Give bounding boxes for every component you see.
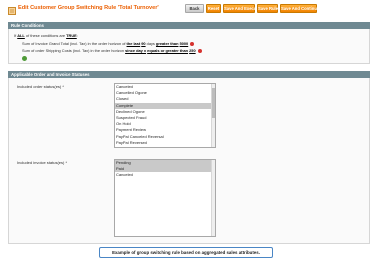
condition-1-operator[interactable]: greater than xyxy=(156,41,179,46)
condition-1-unit: days xyxy=(145,41,156,46)
order-status-label: Included order status(es) * xyxy=(17,84,64,89)
edit-rule-page: Edit Customer Group Switching Rule 'Tota… xyxy=(0,0,371,270)
reset-button[interactable]: Reset xyxy=(206,4,221,13)
remove-condition-icon[interactable] xyxy=(197,48,202,53)
intro-middle: of these conditions are xyxy=(24,33,67,38)
condition-2-text: Sum of order Shipping Costs (incl. Tax) … xyxy=(22,48,126,53)
order-status-option[interactable]: PayPal Reversed xyxy=(115,140,215,146)
invoice-status-scrollbar[interactable] xyxy=(211,160,215,236)
back-button[interactable]: Back xyxy=(185,4,204,13)
order-status-multiselect[interactable]: Canceled Cancelled Ogone Closed Complete Dec… xyxy=(114,83,216,148)
value-selector[interactable]: TRUE xyxy=(66,33,77,38)
statuses-section-header: Applicable Order and Invoice Statuses xyxy=(8,71,370,78)
save-and-execute-button[interactable]: Save And Execute xyxy=(223,4,260,13)
conditions-intro: If ALL of these conditions are TRUE: xyxy=(14,33,78,38)
page-header: Edit Customer Group Switching Rule 'Tota… xyxy=(0,0,371,22)
condition-1-value[interactable]: 5000 xyxy=(180,41,189,46)
save-and-continue-button[interactable]: Save And Continue Edit xyxy=(280,4,328,13)
remove-condition-icon[interactable] xyxy=(190,41,195,46)
invoice-status-option[interactable]: Canceled xyxy=(115,172,215,178)
condition-1-period[interactable]: the last xyxy=(127,41,141,46)
scroll-thumb[interactable] xyxy=(212,88,215,118)
condition-2-period[interactable]: since day x xyxy=(125,48,146,53)
condition-row-2: Sum of order Shipping Costs (incl. Tax) … xyxy=(22,48,202,53)
conditions-section: If ALL of these conditions are TRUE: Sum… xyxy=(8,29,370,64)
intro-suffix: : xyxy=(76,33,78,38)
condition-2-operator[interactable]: equals or greater than xyxy=(147,48,188,53)
order-status-list: Canceled Cancelled Ogone Closed Complete Dec… xyxy=(115,84,215,146)
invoice-status-multiselect[interactable]: Pending Paid Canceled xyxy=(114,159,216,237)
aggregator-selector[interactable]: ALL xyxy=(17,33,25,38)
invoice-status-label: Included invoice status(es) * xyxy=(17,160,68,165)
rule-icon xyxy=(8,7,16,15)
condition-row-1: Sum of Invoice Grand Total (incl. Tax) i… xyxy=(22,41,195,46)
page-title: Edit Customer Group Switching Rule 'Tota… xyxy=(18,5,159,11)
add-condition-icon[interactable] xyxy=(22,56,27,61)
invoice-status-list: Pending Paid Canceled xyxy=(115,160,215,179)
statuses-section: Included order status(es) * Canceled Canc… xyxy=(8,78,370,244)
condition-2-value[interactable]: 250 xyxy=(189,48,196,53)
condition-1-text: Sum of Invoice Grand Total (incl. Tax) i… xyxy=(22,41,127,46)
conditions-section-header: Rule Conditions xyxy=(8,22,370,29)
caption-box: Example of group switching rule based on… xyxy=(99,247,273,258)
save-rule-button[interactable]: Save Rule xyxy=(257,4,278,13)
order-status-scrollbar[interactable] xyxy=(211,84,215,147)
